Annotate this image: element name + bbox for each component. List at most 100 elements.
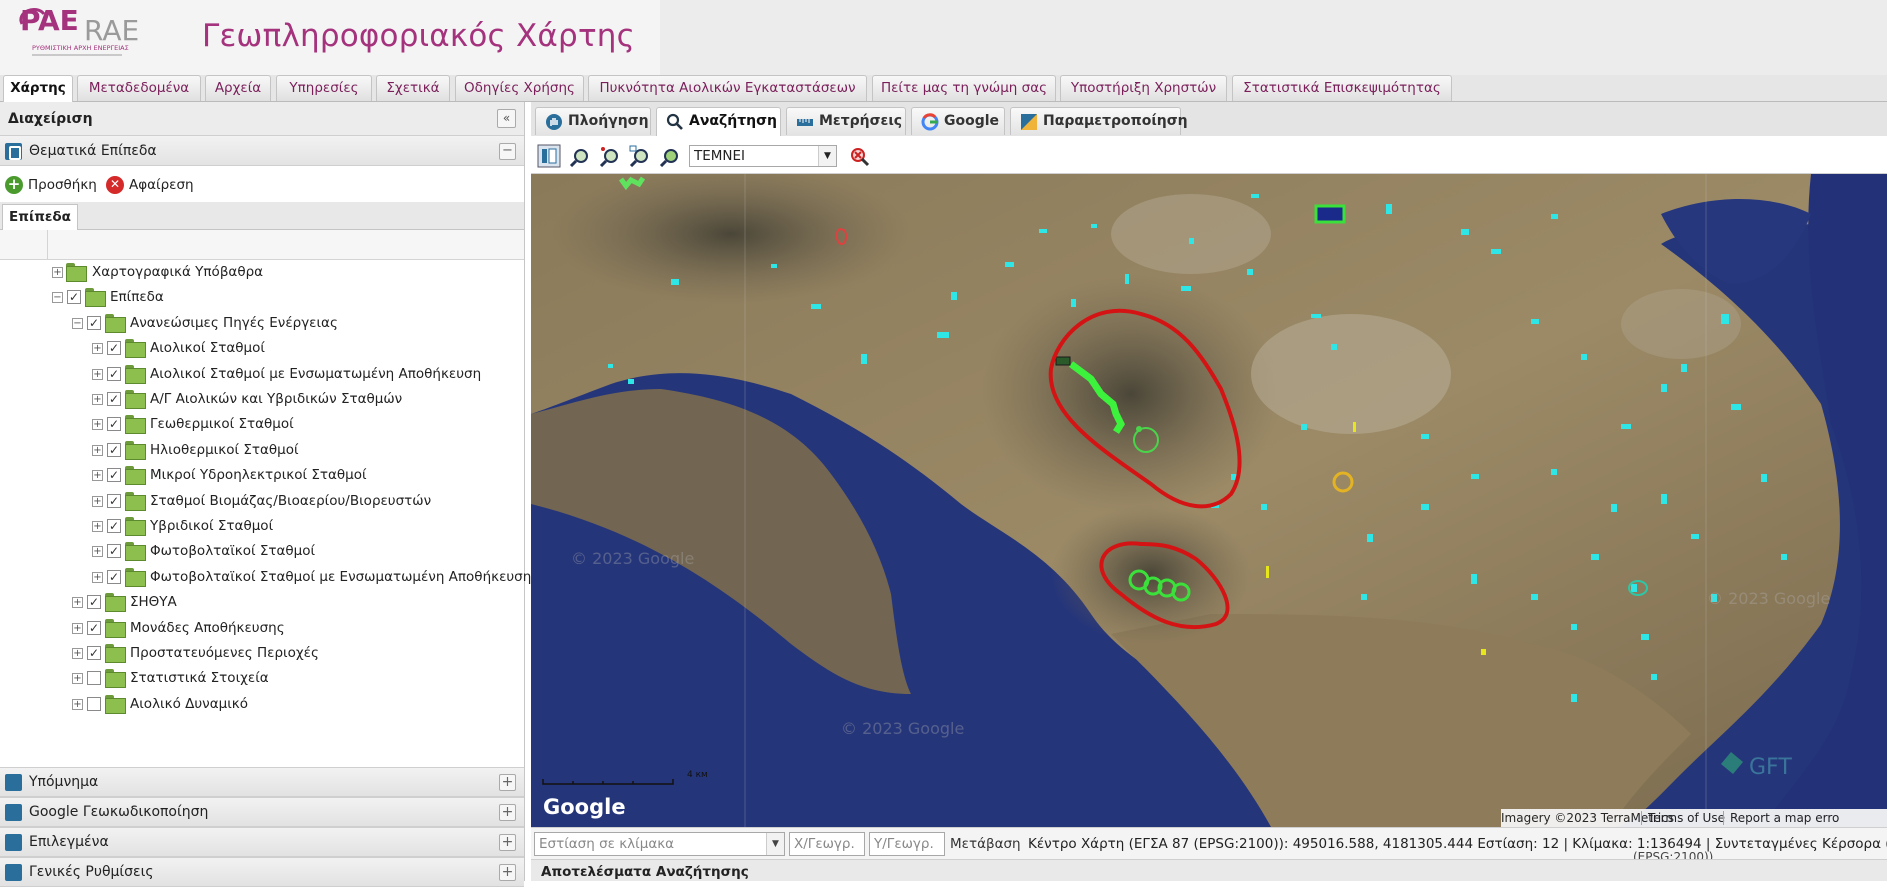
menu-tab-statistics[interactable]: Στατιστικά Επισκεψιμότητας	[1232, 75, 1452, 101]
tab-search[interactable]: Αναζήτηση	[656, 107, 781, 136]
admin-header: Διαχείριση «	[0, 102, 524, 136]
menu-tab-feedback[interactable]: Πείτε μας τη γνώμη σας	[872, 75, 1056, 101]
report-error-link[interactable]: Report a map erro	[1730, 809, 1839, 827]
expand-icon[interactable]: +	[92, 368, 103, 380]
folder-icon	[125, 390, 146, 409]
layer-checkbox[interactable]: ✓	[107, 493, 121, 508]
tree-item-label: Σταθμοί Βιομάζας/Βιοαερίου/Βιορευστών	[150, 492, 432, 509]
expand-icon[interactable]: +	[52, 267, 63, 278]
map-panel: Πλοήγηση Αναζήτηση Μετρήσεις Google Παρα…	[531, 102, 1887, 881]
layer-checkbox[interactable]: ✓	[87, 646, 101, 660]
menu-tab-files[interactable]: Αρχεία	[205, 75, 271, 101]
layer-checkbox[interactable]: ✓	[67, 290, 81, 305]
expand-icon[interactable]: +	[72, 622, 83, 634]
menu-tab-services[interactable]: Υπηρεσίες	[276, 75, 372, 101]
layer-checkbox[interactable]: ✓	[107, 341, 121, 356]
thematic-layers-header[interactable]: Θεματικά Επίπεδα −	[0, 136, 524, 166]
layer-checkbox[interactable]: ✓	[107, 366, 121, 381]
add-layer-button[interactable]: + Προσθήκη	[5, 175, 97, 195]
search-layer-select[interactable]: ΤΕΜΝΕΙ ▼	[689, 145, 837, 167]
collapse-icon[interactable]: −	[52, 292, 63, 304]
tab-measurements-label: Μετρήσεις	[819, 113, 903, 129]
map-canvas[interactable]: © 2023 Google © 2023 Google © 2023 Googl…	[531, 174, 1887, 827]
expand-icon[interactable]: +	[92, 546, 103, 558]
tab-settings[interactable]: Παραμετροποίηση	[1010, 107, 1188, 135]
expand-icon[interactable]: +	[92, 343, 103, 355]
tree-item-label: Αιολικοί Σταθμοί με Ενσωματωμένη Αποθήκε…	[150, 365, 482, 382]
layer-checkbox[interactable]	[87, 696, 101, 711]
collapse-section-button[interactable]: −	[499, 143, 516, 160]
tree-item-label: Στατιστικά Στοιχεία	[130, 670, 269, 687]
expand-icon[interactable]: +	[92, 470, 103, 482]
y-coordinate-input[interactable]: Y/Γεωγρ.	[869, 832, 945, 856]
tree-item-label: Μικροί Υδροηλεκτρικοί Σταθμοί	[150, 467, 367, 484]
zoom-box-icon[interactable]	[629, 145, 651, 167]
selected-section[interactable]: Επιλεγμένα +	[0, 827, 524, 857]
layer-checkbox[interactable]: ✓	[107, 569, 121, 584]
expand-icon[interactable]: +	[92, 394, 103, 405]
layer-checkbox[interactable]: ✓	[107, 544, 121, 559]
expand-settings-button[interactable]: +	[499, 864, 516, 881]
selected-label: Επιλεγμένα	[29, 834, 109, 850]
expand-icon[interactable]: +	[72, 698, 83, 710]
layer-checkbox[interactable]: ✓	[107, 392, 121, 406]
tab-navigation[interactable]: Πλοήγηση	[535, 107, 651, 135]
menu-tab-metadata[interactable]: Μεταδεδομένα	[77, 75, 201, 101]
tab-layers[interactable]: Επίπεδα	[2, 204, 78, 230]
layer-checkbox[interactable]: ✓	[87, 595, 101, 610]
menu-tab-about[interactable]: Σχετικά	[376, 75, 450, 101]
app-header: PAE RAE ΡΥΘΜΙΣΤΙΚΗ ΑΡΧΗ ΕΝΕΡΓΕΙΑΣ Γεωπλη…	[0, 0, 1887, 75]
map-status-bar: Εστίαση σε κλίμακα ▼ X/Γεωγρ. Y/Γεωγρ. Μ…	[531, 827, 1887, 864]
expand-geocoding-button[interactable]: +	[499, 804, 516, 821]
menu-tab-map[interactable]: Χάρτης	[3, 75, 73, 102]
layers-tab-row: Επίπεδα	[0, 202, 524, 230]
expand-icon[interactable]: +	[92, 444, 103, 456]
layer-checkbox[interactable]: ✓	[87, 620, 101, 635]
map-watermark: © 2023 Google	[841, 719, 964, 738]
expand-icon[interactable]: +	[72, 648, 83, 659]
expand-icon[interactable]: +	[72, 673, 83, 685]
layer-checkbox[interactable]: ✓	[107, 468, 121, 483]
expand-icon[interactable]: +	[72, 597, 83, 609]
menu-tab-instructions[interactable]: Οδηγίες Χρήσης	[455, 75, 584, 101]
clear-search-icon[interactable]	[848, 145, 870, 167]
legend-icon	[5, 774, 22, 791]
expand-selected-button[interactable]: +	[499, 834, 516, 851]
tree-item-label: Υβριδικοί Σταθμοί	[150, 518, 274, 534]
folder-icon	[125, 491, 146, 511]
logo-rae: RAE	[84, 14, 139, 47]
tree-item-label: Ανανεώσιμες Πηγές Ενέργειας	[130, 314, 338, 331]
layer-checkbox[interactable]: ✓	[107, 442, 121, 457]
zoom-search-icon[interactable]	[569, 145, 591, 167]
identify-icon[interactable]	[537, 144, 561, 168]
expand-legend-button[interactable]: +	[499, 774, 516, 791]
remove-layer-button[interactable]: ✕ Αφαίρεση	[106, 175, 194, 195]
goto-button[interactable]: Μετάβαση	[950, 832, 1021, 856]
collapse-icon[interactable]: −	[72, 317, 83, 329]
folder-icon	[125, 542, 146, 562]
zoom-point-icon[interactable]	[599, 145, 621, 167]
geocoding-section[interactable]: Google Γεωκωδικοποίηση +	[0, 797, 524, 827]
tab-measurements[interactable]: Μετρήσεις	[786, 107, 906, 135]
x-coordinate-input[interactable]: X/Γεωγρ.	[789, 832, 865, 856]
general-settings-section[interactable]: Γενικές Ρυθμίσεις +	[0, 857, 524, 887]
expand-icon[interactable]: +	[92, 495, 103, 507]
zoom-polygon-icon[interactable]	[659, 145, 681, 167]
layer-checkbox[interactable]: ✓	[107, 519, 121, 533]
menu-tab-support[interactable]: Υποστήριξη Χρηστών	[1060, 75, 1227, 101]
search-results-header[interactable]: Αποτελέσματα Αναζήτησης	[531, 859, 1887, 881]
expand-icon[interactable]: +	[92, 521, 103, 532]
folder-icon	[125, 440, 146, 460]
layer-checkbox[interactable]: ✓	[87, 315, 101, 330]
expand-icon[interactable]: +	[92, 571, 103, 583]
tree-item-label: Γεωθερμικοί Σταθμοί	[150, 416, 294, 433]
collapse-panel-button[interactable]: «	[497, 109, 516, 128]
legend-section[interactable]: Υπόμνημα +	[0, 767, 524, 797]
terms-link[interactable]: Terms of Use	[1648, 809, 1725, 827]
layer-checkbox[interactable]: ✓	[107, 417, 121, 432]
expand-icon[interactable]: +	[92, 419, 103, 431]
layer-checkbox[interactable]	[87, 671, 101, 686]
menu-tab-wind-density[interactable]: Πυκνότητα Αιολικών Εγκαταστάσεων	[588, 75, 867, 101]
scale-focus-select[interactable]: Εστίαση σε κλίμακα ▼	[534, 832, 785, 856]
tab-google[interactable]: Google	[911, 107, 1005, 135]
